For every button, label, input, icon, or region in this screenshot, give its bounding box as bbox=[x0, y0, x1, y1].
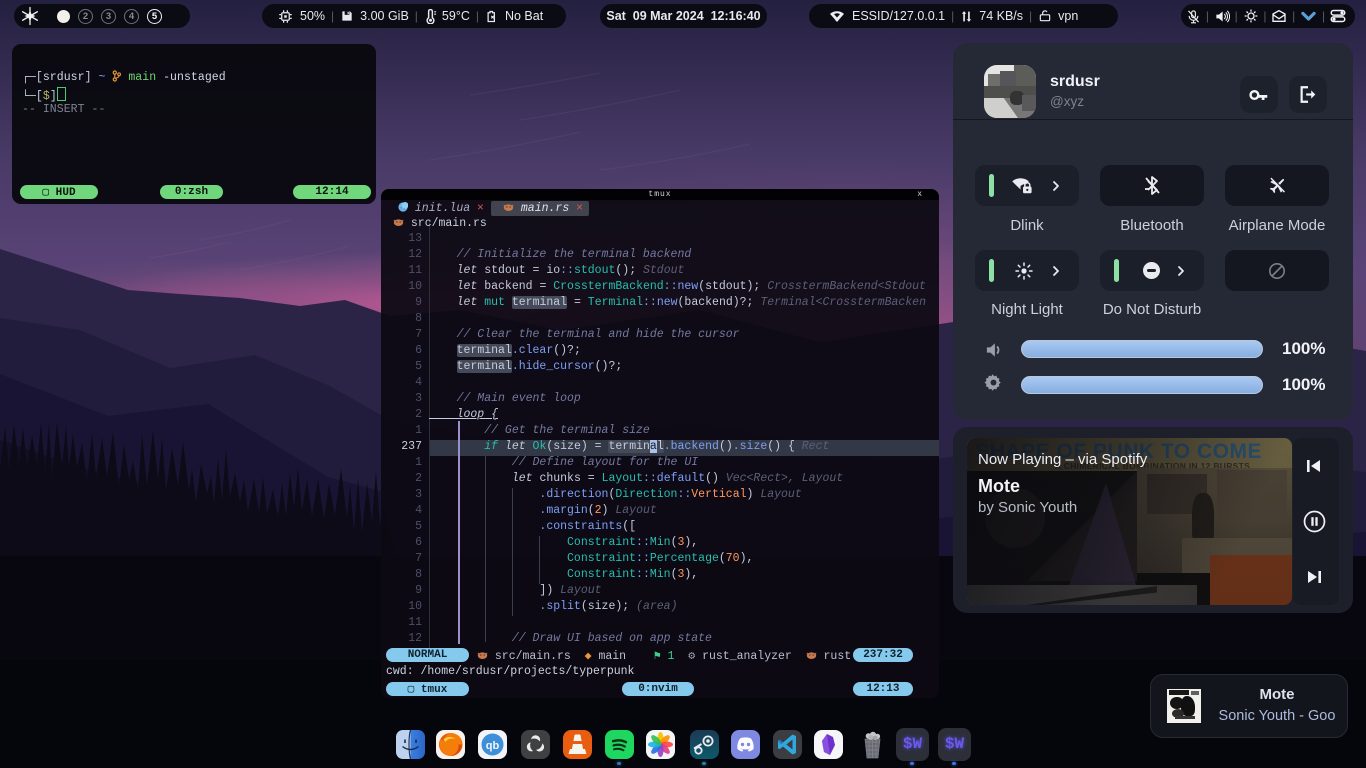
svg-text:qb: qb bbox=[486, 740, 500, 752]
